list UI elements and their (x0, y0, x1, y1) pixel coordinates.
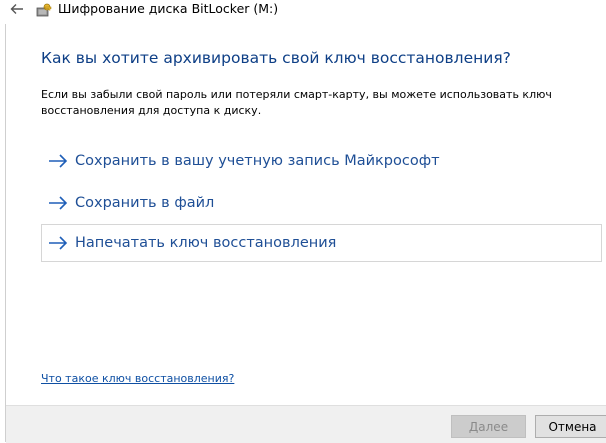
option-save-to-microsoft-account[interactable]: Сохранить в вашу учетную запись Майкросо… (41, 142, 602, 180)
back-button[interactable] (6, 0, 28, 18)
page-heading: Как вы хотите архивировать свой ключ вос… (41, 49, 511, 67)
left-border-line (5, 24, 6, 442)
option-label: Напечатать ключ восстановления (75, 235, 337, 251)
option-save-to-file[interactable]: Сохранить в файл (41, 184, 602, 222)
cancel-button[interactable]: Отмена (535, 415, 606, 438)
option-print-recovery-key[interactable]: Напечатать ключ восстановления (41, 224, 602, 262)
next-button[interactable]: Далее (451, 415, 526, 438)
right-arrow-icon (49, 154, 68, 168)
back-arrow-icon (10, 4, 23, 14)
what-is-recovery-key-link[interactable]: Что такое ключ восстановления? (41, 372, 234, 385)
description-text: Если вы забыли свой пароль или потеряли … (41, 88, 552, 117)
window-title: Шифрование диска BitLocker (M:) (58, 1, 279, 16)
bitlocker-key-icon (36, 2, 52, 18)
right-arrow-icon (49, 236, 68, 250)
option-label: Сохранить в вашу учетную запись Майкросо… (75, 153, 440, 169)
option-label: Сохранить в файл (75, 195, 215, 211)
right-arrow-icon (49, 196, 68, 210)
